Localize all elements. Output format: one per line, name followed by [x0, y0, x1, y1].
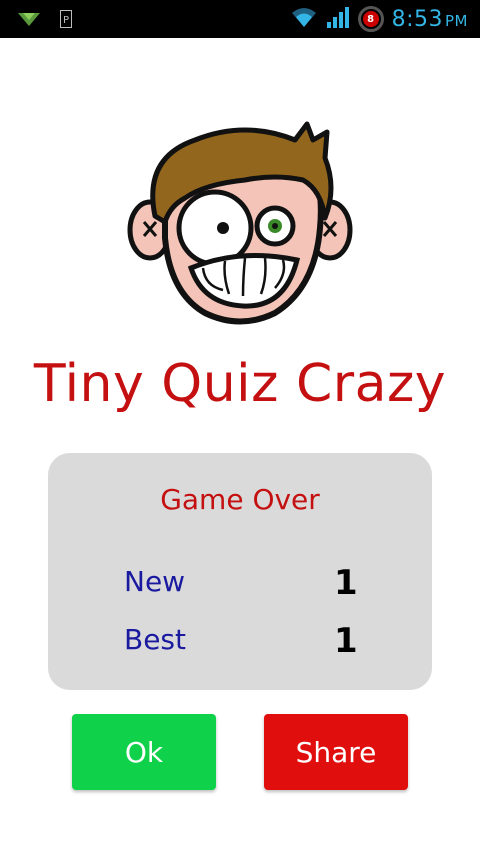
clock-ampm: PM — [445, 11, 468, 30]
best-score-value: 1 — [334, 621, 358, 661]
new-score-label: New — [124, 565, 186, 598]
status-bar-right: 8 8:53 PM — [290, 4, 468, 34]
parking-icon: P — [60, 10, 72, 32]
status-bar-left: P — [18, 10, 72, 32]
wifi-icon — [290, 6, 318, 32]
signal-icon — [326, 6, 350, 32]
svg-text:P: P — [63, 15, 69, 26]
ok-button[interactable]: Ok — [72, 714, 216, 790]
share-button[interactable]: Share — [264, 714, 408, 790]
status-bar: P 8 8:53 PM — [0, 0, 480, 38]
left-eye-icon — [176, 189, 254, 267]
score-card: Game Over New 1 Best 1 — [48, 453, 432, 690]
best-score-label: Best — [124, 623, 187, 656]
clock-time: 8:53 — [391, 6, 443, 32]
status-clock: 8:53 PM — [392, 7, 468, 32]
app-title: Tiny Quiz Crazy — [33, 354, 447, 414]
new-score-value: 1 — [334, 563, 358, 603]
battery-icon: 8 — [357, 6, 384, 32]
battery-level: 8 — [362, 11, 379, 27]
right-eye-icon — [254, 205, 296, 247]
cartoon-face-logo — [125, 118, 355, 328]
download-icon — [18, 12, 40, 31]
game-over-heading: Game Over — [160, 483, 320, 516]
